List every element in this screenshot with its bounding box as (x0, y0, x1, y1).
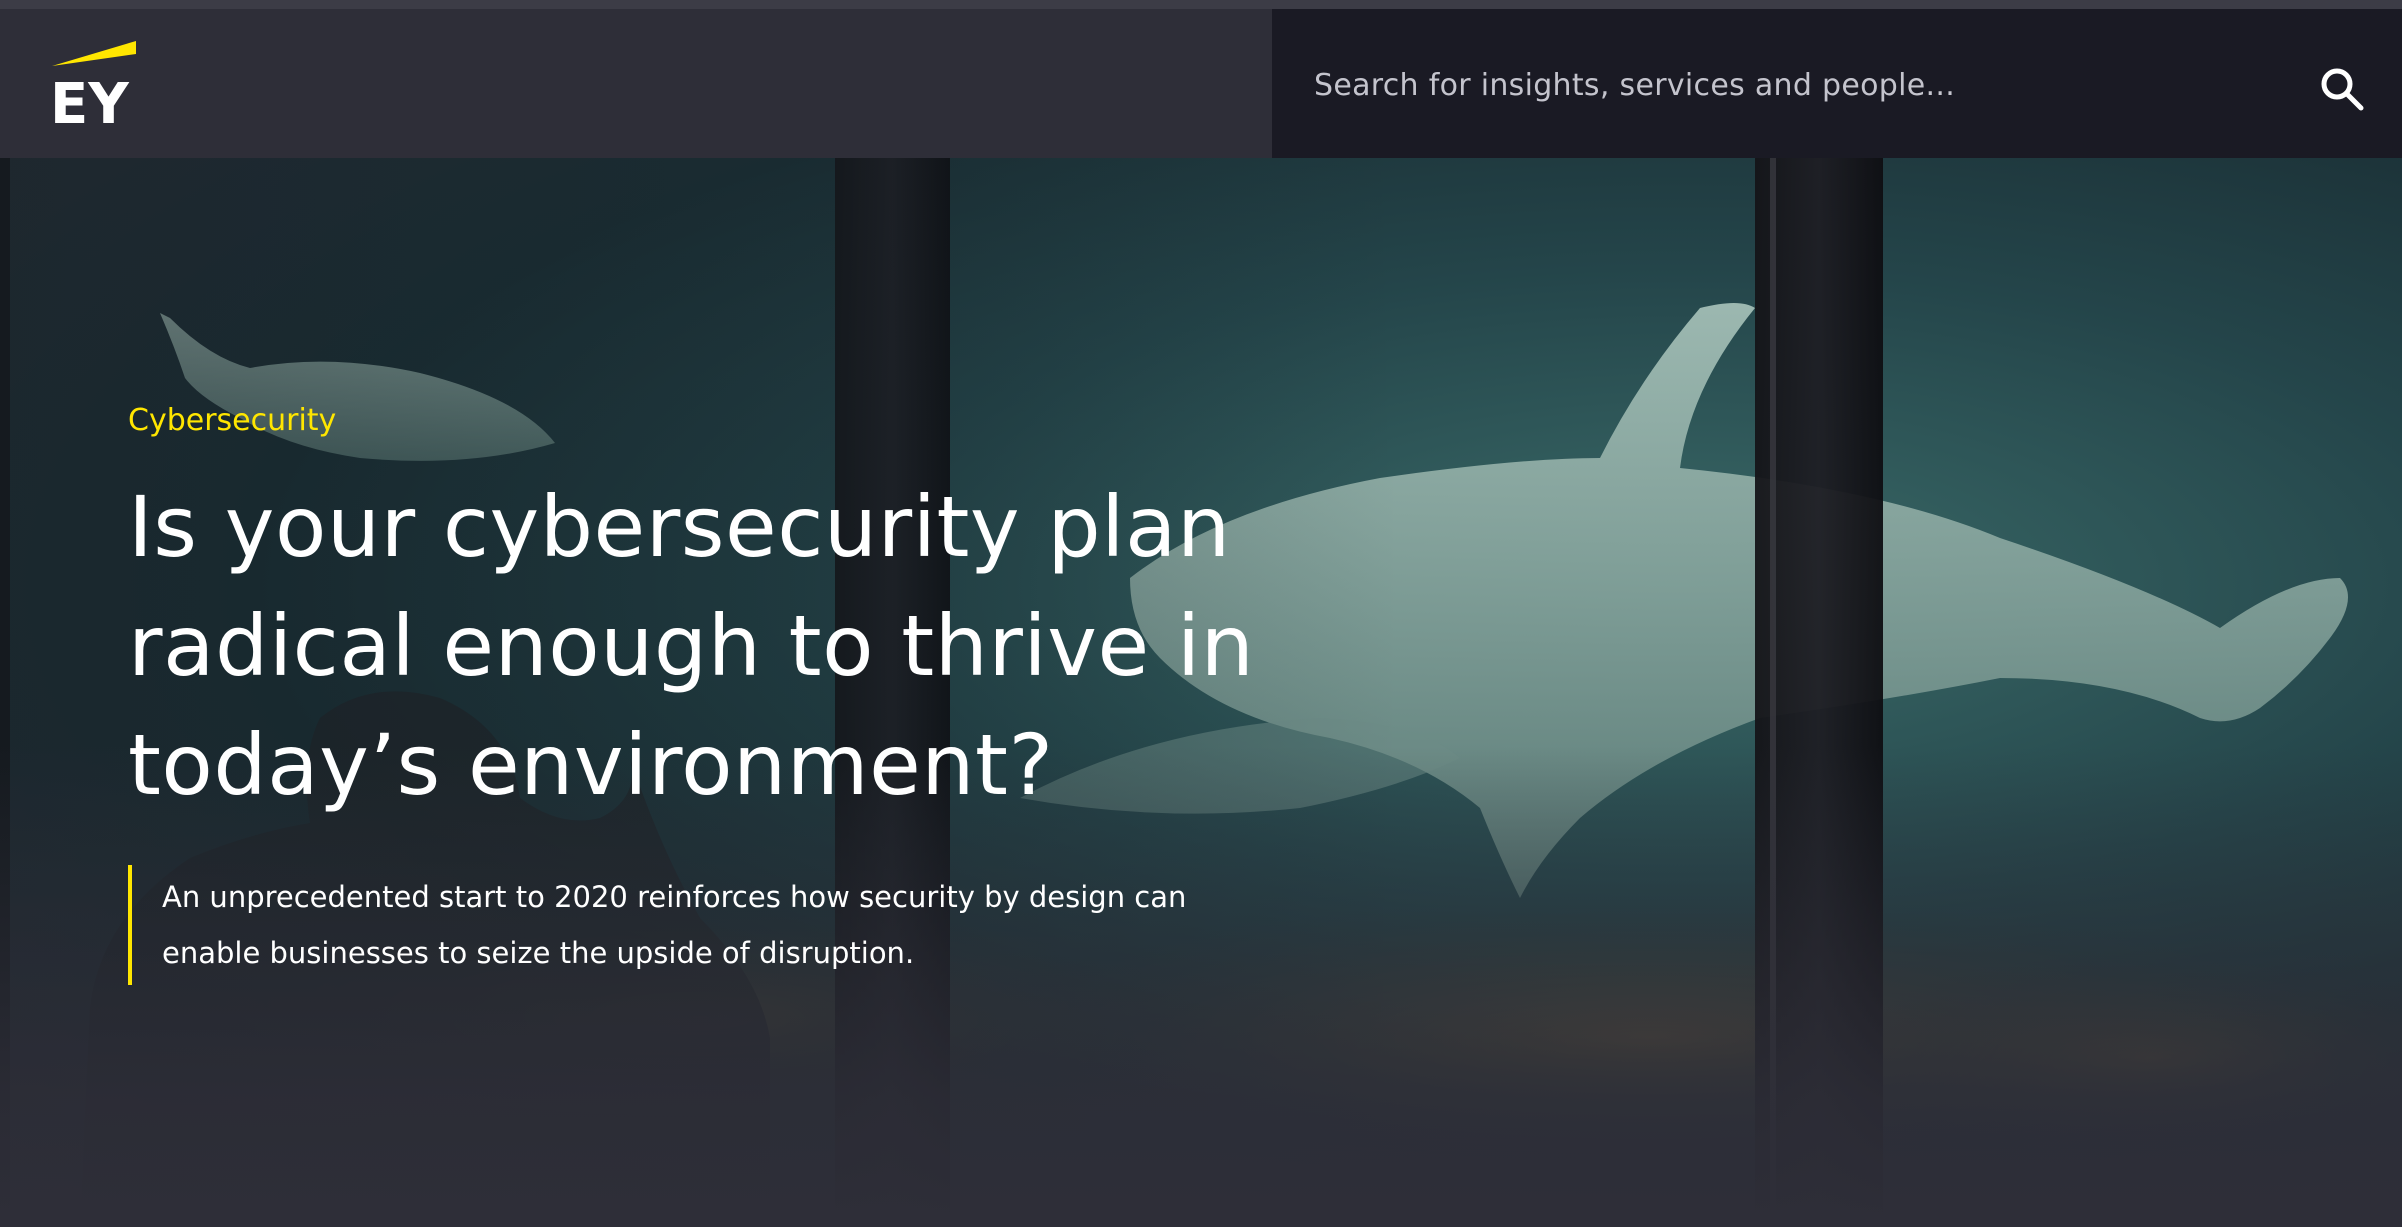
page-title: Is your cybersecurity plan radical enoug… (128, 478, 1255, 814)
search-icon (2321, 68, 2364, 111)
search-input[interactable] (1312, 54, 2216, 116)
site-header: EY (0, 9, 2402, 158)
logo-area: EY (0, 9, 1272, 158)
search-button[interactable] (2312, 59, 2372, 119)
ey-logo[interactable]: EY (50, 35, 140, 137)
svg-text:EY: EY (50, 72, 130, 135)
search-bar (1272, 9, 2402, 158)
category-link[interactable]: Cybersecurity (128, 403, 1378, 438)
hero-summary: An unprecedented start to 2020 reinforce… (128, 865, 1242, 985)
top-border (0, 0, 2402, 9)
hero-banner: Cybersecurity Is your cybersecurity plan… (0, 158, 2402, 1227)
hero-content: Cybersecurity Is your cybersecurity plan… (128, 403, 1378, 985)
